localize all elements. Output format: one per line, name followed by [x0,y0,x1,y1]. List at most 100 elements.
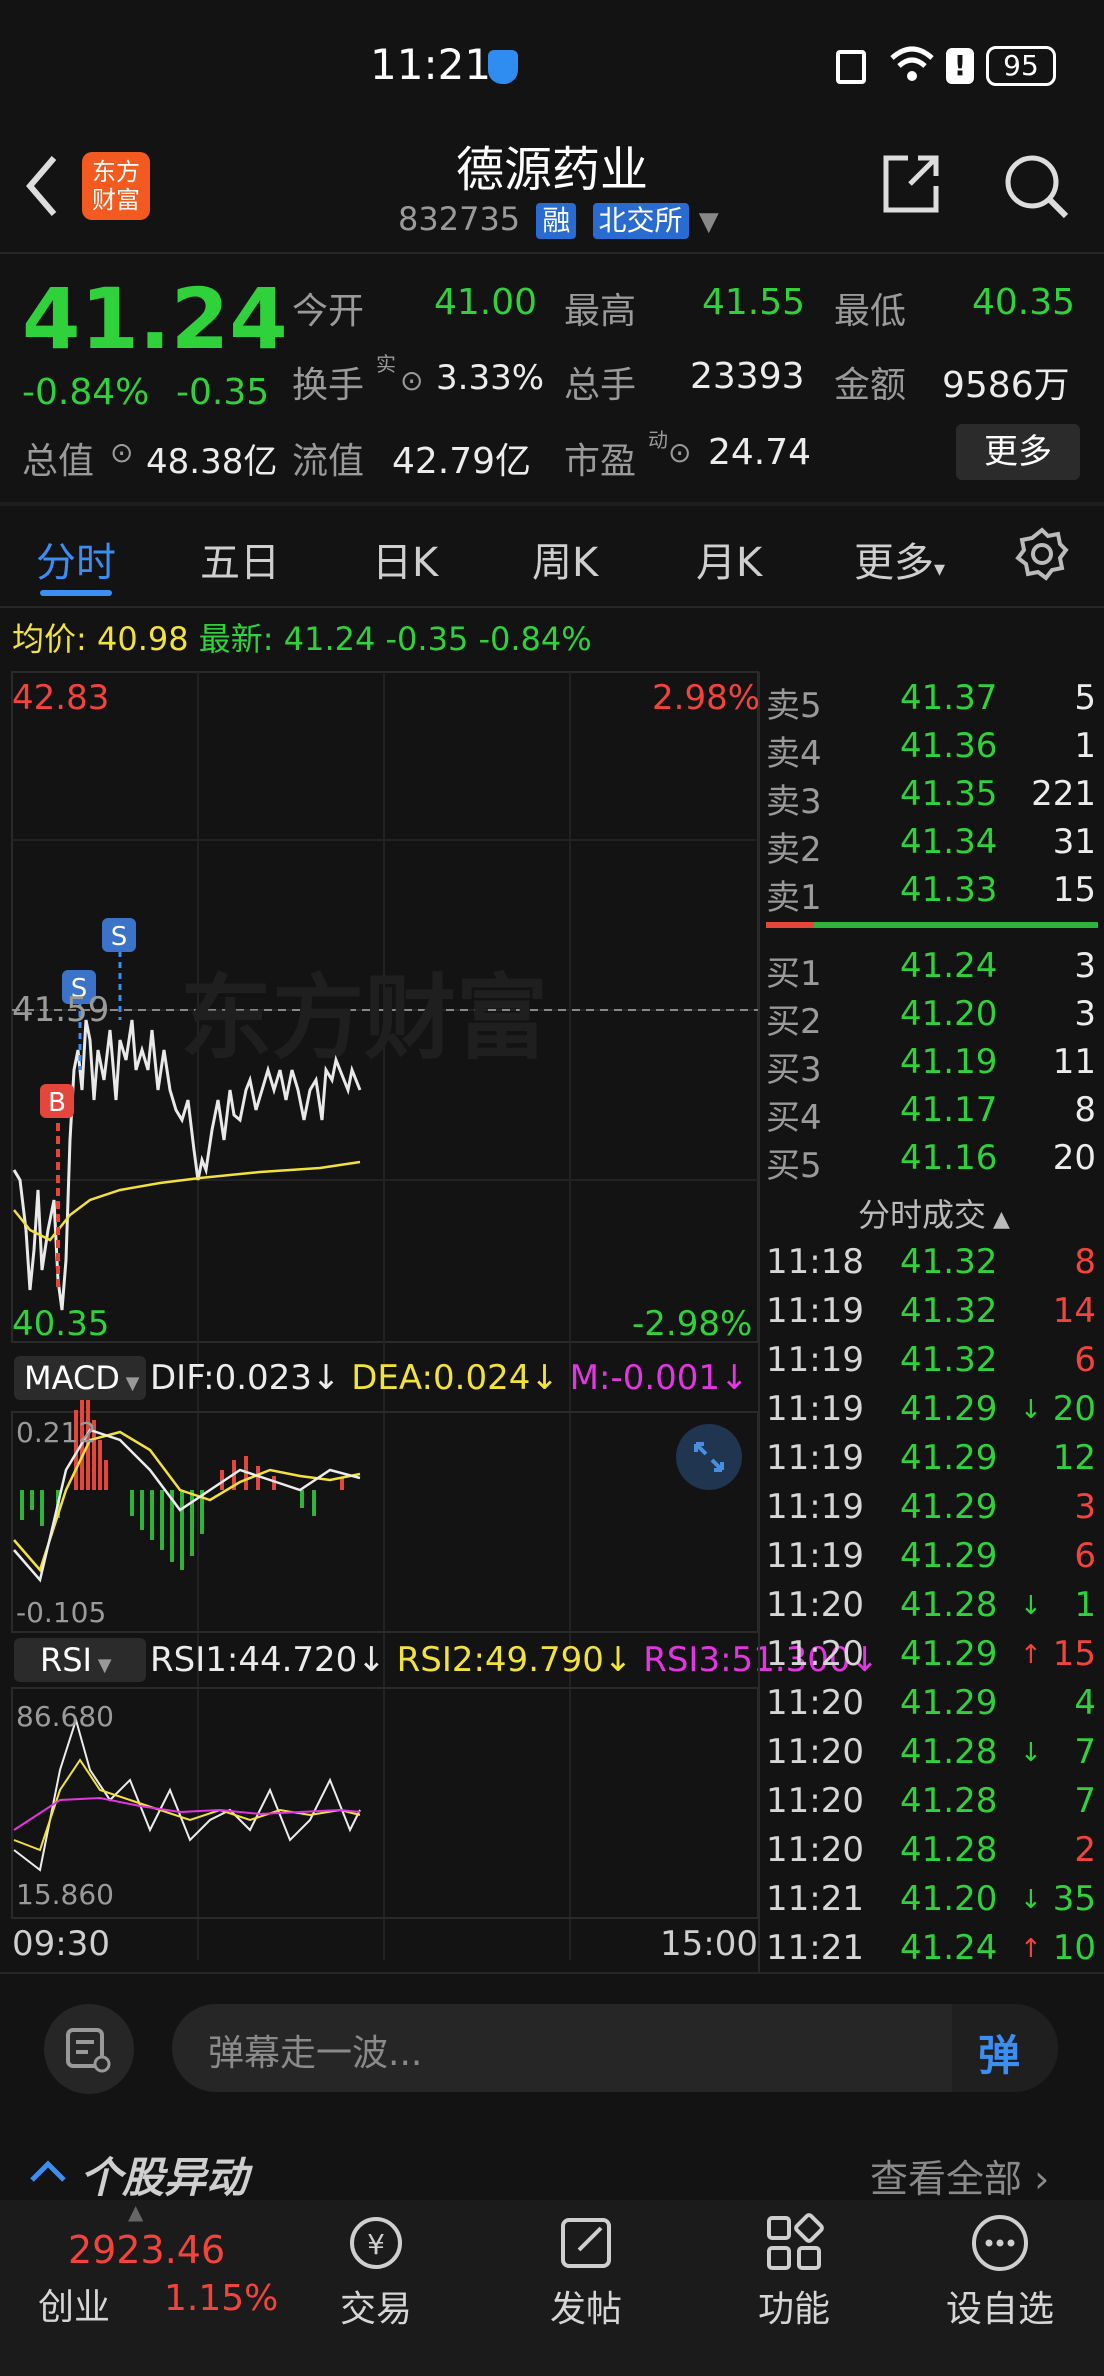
tick-price: 41.20 [900,1879,998,1919]
battery-icon: 95 [986,46,1056,86]
avg-label: 均价: [12,620,87,658]
tick-volume: 6 [1074,1536,1096,1576]
tick-row: 11:19 41.32 6 [766,1340,1096,1389]
tab-more[interactable]: 更多▾ [854,530,945,588]
tick-volume: 7 [1074,1732,1096,1772]
tab-underline [40,590,112,596]
time-end: 15:00 [660,1924,758,1964]
status-bar: 11:21 ! 95 [0,0,1104,130]
index-name[interactable]: 创业 [38,2278,110,2330]
danmu-send-button[interactable]: 弹 [952,2004,1058,2092]
more-dots-icon [972,2215,1028,2271]
edit-icon [561,2218,611,2268]
tick-price: 41.29 [900,1683,998,1723]
expand-icon[interactable] [676,1424,742,1490]
nav-add-watchlist[interactable]: 设自选 [930,2210,1070,2332]
chevron-down-icon: ▼ [698,207,719,237]
alert-icon: ! [946,48,974,84]
open-value: 41.00 [434,282,538,323]
tab-monthly-k[interactable]: 月K [696,530,762,588]
danmu-settings-icon[interactable] [44,2004,134,2094]
tick-row: 11:20 41.28 ↓ 7 [766,1732,1096,1781]
wifi-icon [890,46,934,81]
tab-intraday[interactable]: 分时 [36,530,116,588]
tick-time: 11:20 [766,1781,864,1821]
more-quote-button[interactable]: 更多 [956,424,1080,480]
float-value: 42.79亿 [392,441,532,482]
tick-price: 41.32 [900,1242,998,1282]
info-icon[interactable]: ⊙ [400,364,423,397]
nav-trade[interactable]: ¥ 交易 [306,2210,446,2332]
tick-time: 11:20 [766,1830,864,1870]
tick-time: 11:20 [766,1683,864,1723]
vibrate-icon [836,50,866,84]
status-time: 11:21 [370,40,492,89]
tick-row: 11:20 41.28 7 [766,1781,1096,1830]
tick-row: 11:21 41.20 ↓ 35 [766,1879,1096,1928]
tick-price: 41.28 [900,1830,998,1870]
tick-arrow: ↓ [1020,1738,1042,1768]
open-label: 今开 [292,291,365,332]
exchange-tag: 北交所 [592,203,689,239]
tick-volume: 7 [1074,1781,1096,1821]
trade-icon: ¥ [350,2217,402,2269]
tick-row: 11:19 41.29 12 [766,1438,1096,1487]
high-value: 41.55 [702,282,806,323]
share-icon[interactable] [880,152,942,216]
tick-arrow: ↑ [1020,1640,1042,1670]
high-label: 最高 [564,291,637,332]
divider [0,1972,1104,1974]
tick-time: 11:19 [766,1340,864,1380]
macd-top: 0.212 [16,1416,97,1449]
tab-weekly-k[interactable]: 周K [532,530,598,588]
avg-info-row: 均价: 40.98 最新: 41.24 -0.35 -0.84% [12,614,592,660]
macd-selector[interactable]: MACD ▼ [14,1356,146,1400]
info-icon[interactable]: ⊙ [668,436,691,469]
gear-icon[interactable] [1014,526,1070,582]
index-pct[interactable]: 1.15% [164,2278,278,2319]
tick-volume: 35 [1052,1879,1096,1919]
tick-volume: 3 [1074,1487,1096,1527]
tick-price: 41.29 [900,1389,998,1429]
turnover-value: 3.33% [436,358,545,398]
order-book-bids: 买1 41.24 3 买2 41.20 3 买3 41.19 11 买4 41.17 8 买5 4… [766,946,1096,1186]
search-icon[interactable] [1002,152,1070,220]
last-price: 41.24 [22,270,288,368]
turnover-sup: 实 [376,352,396,376]
tick-row: 11:20 41.28 2 [766,1830,1096,1879]
float-label: 流值 [292,441,365,482]
tick-row: 11:21 41.24 ↑ 10 [766,1928,1096,1977]
tick-time: 11:18 [766,1242,864,1282]
divider [758,672,760,1972]
tick-time: 11:21 [766,1879,864,1919]
tick-row: 11:20 41.29 ↑ 15 [766,1634,1096,1683]
avg-value: 40.98 [96,620,189,658]
info-icon[interactable]: ⊙ [110,436,133,469]
nav-post[interactable]: 发帖 [516,2210,656,2332]
tab-five-day[interactable]: 五日 [200,530,280,588]
index-value[interactable]: 2923.46 [68,2228,225,2272]
grid-icon [767,2213,824,2270]
tick-volume: 14 [1052,1291,1096,1331]
tab-daily-k[interactable]: 日K [372,530,438,588]
tick-arrow: ↓ [1020,1885,1042,1915]
news-more-link[interactable]: 查看全部 › [870,2148,1049,2203]
rsi-selector[interactable]: RSI ▼ [14,1638,146,1682]
chart-pmax: 2.98% [652,678,761,718]
tick-arrow: ↓ [1020,1395,1042,1425]
dea-line [13,1430,361,1573]
ticks-list: 11:18 41.32 8 11:19 41.32 14 11:19 41.32 6 11:19 4… [766,1242,1096,1977]
svg-text:S: S [111,922,128,952]
stock-code-row[interactable]: 832735 融 北交所 ▼ [398,200,719,239]
caret-up-icon: ▲ [128,2200,144,2224]
ask-ratio-bar [766,922,814,928]
ticks-title[interactable]: 分时成交 ▲ [858,1190,1010,1236]
macd-values: DIF:0.023↓ DEA:0.024↓ M:-0.001↓ [150,1358,749,1398]
chevron-up-icon[interactable] [28,2156,68,2186]
nav-functions[interactable]: 功能 [724,2210,864,2332]
tick-price: 41.32 [900,1340,998,1380]
tick-time: 11:19 [766,1389,864,1429]
tick-volume: 15 [1052,1634,1096,1674]
tick-time: 11:19 [766,1291,864,1331]
tick-row: 11:18 41.32 8 [766,1242,1096,1291]
